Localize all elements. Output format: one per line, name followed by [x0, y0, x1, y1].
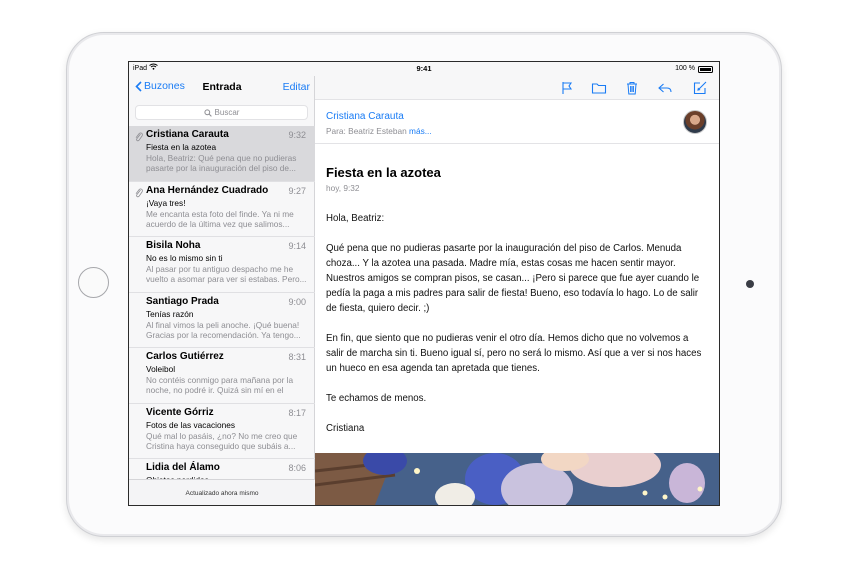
status-bar: iPad 9:41 100 % — [129, 62, 719, 76]
message-time: 9:32 — [288, 130, 306, 140]
message-row[interactable]: Bisila Noha 9:14 No es lo mismo sin ti Al p… — [129, 237, 315, 293]
message-subject: Tenías razón — [146, 308, 194, 319]
message-time: 8:17 — [288, 407, 306, 418]
message-time: 8:31 — [288, 352, 306, 362]
list-navbar: Buzones Entrada Editar — [129, 76, 315, 98]
message-time: 9:00 — [288, 296, 306, 307]
camera — [746, 280, 754, 288]
screen: Buzones Entrada Editar Buscar Cristiana … — [128, 61, 720, 506]
message-time: 8:06 — [288, 463, 306, 473]
sender-name[interactable]: Cristiana Carauta — [326, 111, 404, 122]
message-preview: Hola, Beatriz: Qué pena que no pudieras … — [146, 153, 297, 174]
home-button[interactable] — [78, 267, 109, 298]
message-subject: Voleibol — [146, 364, 176, 374]
message-row[interactable]: Santiago Prada 9:00 Tenías razón Al final v… — [129, 293, 315, 348]
email-body: Hola, Beatriz: Qué pena que no pudieras … — [326, 211, 706, 451]
recipient-name[interactable]: Beatriz Esteban — [348, 126, 407, 136]
status-right: 100 % — [675, 62, 713, 76]
message-detail-pane: Cristiana Carauta Para: Beatriz Esteban … — [315, 62, 719, 505]
message-row[interactable]: Carlos Gutiérrez 8:31 Voleibol No contéis c… — [129, 348, 315, 404]
reply-icon[interactable] — [657, 80, 673, 96]
paperclip-icon — [135, 187, 143, 197]
message-list-pane: Buzones Entrada Editar Buscar Cristiana … — [129, 62, 315, 505]
edit-button[interactable]: Editar — [283, 81, 310, 93]
email-date: hoy, 9:32 — [326, 183, 360, 193]
status-time: 9:41 — [416, 64, 432, 73]
message-sender: Carlos Gutiérrez — [146, 351, 224, 362]
message-subject: Fiesta en la azotea — [146, 142, 217, 152]
body-paragraph: Qué pena que no pudieras pasarte por la … — [326, 243, 700, 314]
trash-icon[interactable] — [624, 80, 640, 96]
message-list: Cristiana Carauta 9:32 Fiesta en la azotea… — [129, 126, 315, 505]
message-row[interactable]: Cristiana Carauta 9:32 Fiesta en la azotea… — [129, 126, 315, 182]
message-sender: Cristiana Carauta — [146, 129, 229, 140]
body-paragraph: Te echamos de menos. — [326, 393, 427, 404]
battery-percent: 100 % — [675, 65, 695, 72]
message-toolbar — [315, 76, 719, 100]
message-sender: Lidia del Álamo — [146, 462, 220, 473]
battery-icon — [698, 65, 713, 73]
message-sender: Bisila Noha — [146, 240, 201, 251]
message-subject: ¡Vaya tres! — [146, 197, 186, 208]
update-status: Actualizado ahora mismo — [129, 479, 315, 505]
message-preview: Me encanta esta foto del finde. Ya ni me… — [146, 208, 294, 229]
message-sender: Ana Hernández Cuadrado — [146, 184, 269, 196]
message-row[interactable]: Ana Hernández Cuadrado 9:27 ¡Vaya tres! Me … — [129, 182, 315, 237]
message-row[interactable]: Vicente Górriz 8:17 Fotos de las vacacione… — [129, 404, 315, 459]
flag-icon[interactable] — [559, 80, 575, 96]
message-header: Cristiana Carauta Para: Beatriz Esteban … — [315, 100, 719, 144]
attached-photo[interactable] — [315, 453, 719, 505]
search-field[interactable]: Buscar — [135, 105, 308, 120]
body-paragraph: En fin, que siento que no pudieras venir… — [326, 333, 702, 374]
to-prefix: Para: — [326, 126, 346, 136]
message-time: 9:14 — [288, 241, 306, 251]
message-sender: Santiago Prada — [146, 295, 219, 307]
compose-icon[interactable] — [692, 80, 708, 96]
message-subject: No es lo mismo sin ti — [146, 253, 223, 263]
paperclip-icon — [135, 132, 143, 142]
message-preview: Al pasar por tu antiguo despacho me he v… — [146, 264, 307, 285]
message-time: 9:27 — [288, 185, 306, 196]
recipient-line: Para: Beatriz Esteban más... — [326, 126, 432, 136]
more-link[interactable]: más... — [409, 126, 432, 136]
lanterns-illustration — [315, 453, 719, 505]
message-sender: Vicente Górriz — [146, 406, 214, 418]
body-paragraph: Cristiana — [326, 423, 365, 434]
folder-icon[interactable] — [591, 80, 607, 96]
sender-avatar — [683, 110, 707, 134]
search-placeholder: Buscar — [214, 108, 240, 117]
search-icon — [203, 108, 212, 117]
email-subject: Fiesta en la azotea — [326, 165, 441, 180]
message-preview: Al final vimos la peli anoche. ¡Qué buen… — [146, 319, 301, 340]
message-preview: Qué mal lo pasáis, ¿no? No me creo que C… — [146, 430, 298, 451]
message-subject: Fotos de las vacaciones — [146, 419, 236, 430]
body-paragraph: Hola, Beatriz: — [326, 213, 385, 224]
message-preview: No contéis conmigo para mañana por la no… — [146, 375, 294, 396]
